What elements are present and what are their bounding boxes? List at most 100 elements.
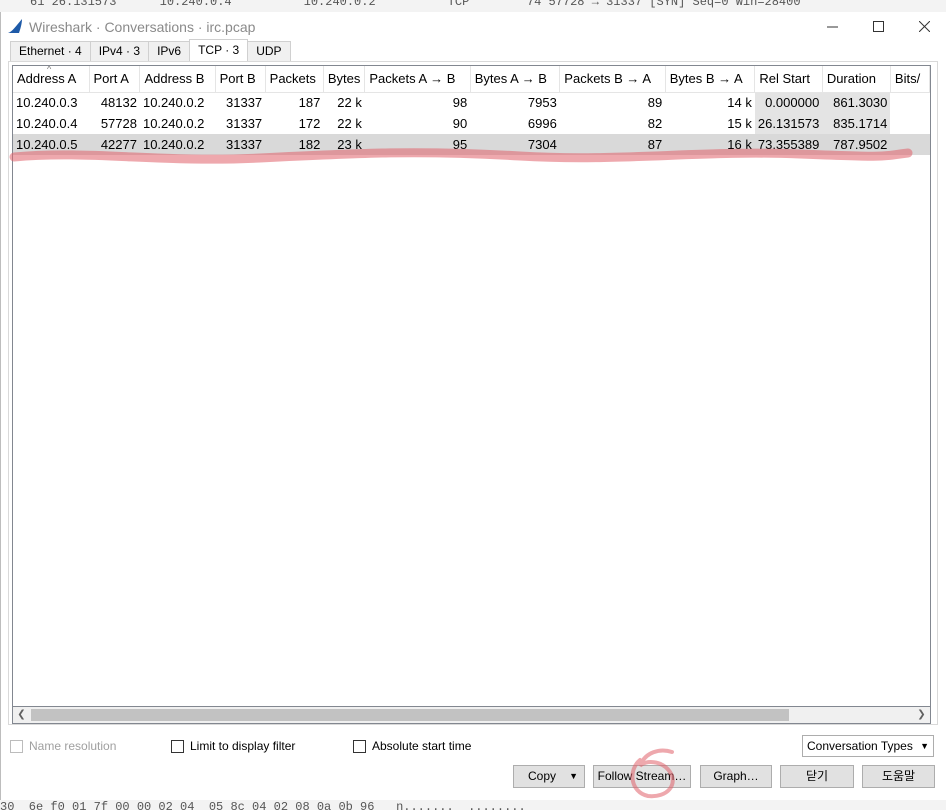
cell-packets: 182 [265,134,324,155]
cell-address-a: 10.240.0.4 [16,116,78,131]
background-hex-dump: 30 6e f0 01 7f 00 00 02 04 05 8c 04 02 0… [0,800,946,810]
limit-to-display-filter-label: Limit to display filter [190,739,296,753]
column-header-port-a[interactable]: Port A [89,66,141,93]
column-header-bytes[interactable]: Bytes [323,66,366,93]
column-header-packets[interactable]: Packets [265,66,324,93]
cell-bytes-a-b: 7953 [527,95,557,111]
cell-bits [890,92,929,113]
cell-duration: 835.1714 [822,113,891,134]
cell-bytes-a-b: 7304 [470,134,560,155]
cell-bytes: 23 k [323,134,365,155]
cell-packets-b-a: 89 [647,95,663,111]
scrollbar-thumb[interactable] [31,709,789,721]
cell-packets-b-a: 82 [647,116,663,131]
table-row[interactable]: 10.240.0.4 57728 10.240.0.2 31337 172 22… [13,113,930,134]
column-header-address-a[interactable]: ^ Address A [13,66,90,93]
cell-packets-a-b: 95 [364,134,471,155]
cell-packets: 172 [298,116,321,131]
cell-rel-start: 73.355389 [754,134,823,155]
cell-port-b: 31337 [226,116,263,131]
tab-udp[interactable]: UDP [247,41,291,61]
column-header-bits[interactable]: Bits/ [890,66,930,93]
table-row-selected[interactable]: 10.240.0.5 42277 10.240.0.2 31337 182 23… [13,134,930,155]
column-header-port-b[interactable]: Port B [215,66,266,93]
wireshark-fin-icon [7,18,23,34]
cell-address-a: 10.240.0.3 [16,95,78,111]
scroll-left-icon[interactable]: ❮ [13,707,30,723]
window-title: Wireshark · Conversations · irc.pcap [29,19,256,35]
checkbox-box [171,739,184,753]
minimize-icon [826,19,838,35]
cell-address-b: 10.240.0.2 [139,134,216,155]
absolute-start-time-checkbox[interactable]: Absolute start time [353,739,471,753]
follow-stream-button[interactable]: Follow Stream… [593,765,691,788]
cell-port-b: 31337 [215,134,266,155]
cell-address-b: 10.240.0.2 [142,116,205,131]
cell-bytes-b-a: 16 k [665,134,755,155]
cell-packets: 187 [298,95,321,111]
background-packet-line: 61 26.131573 10.240.0.4 10.240.0.2 TCP 7… [30,0,801,9]
cell-packets-a-b: 90 [452,116,468,131]
chevron-down-icon: ▼ [569,771,578,781]
horizontal-scrollbar[interactable]: ❮ ❯ [12,707,931,724]
cell-packets-a-b: 98 [452,95,468,111]
table-row[interactable]: 10.240.0.3 48132 10.240.0.2 31337 187 22… [13,92,930,113]
close-button[interactable]: 닫기 [780,765,854,788]
chevron-down-icon: ▼ [920,741,929,751]
background-hex-line: 30 6e f0 01 7f 00 00 02 04 05 8c 04 02 0… [0,800,526,810]
cell-bytes-b-a: 14 k [727,95,752,111]
minimize-button[interactable] [809,12,855,42]
conversation-table[interactable]: ^ Address A Port A Address B Port B Packe… [12,65,931,707]
close-icon [918,19,930,35]
graph-button[interactable]: Graph… [700,765,772,788]
cell-address-b: 10.240.0.2 [142,95,205,111]
column-header-address-b[interactable]: Address B [139,66,216,93]
cell-duration: 787.9502 [822,134,891,155]
tab-ipv6[interactable]: IPv6 [148,41,191,61]
cell-bits [890,113,929,134]
cell-port-a: 42277 [89,134,140,155]
sort-ascending-icon: ^ [47,66,52,74]
tab-tcp[interactable]: TCP · 3 [189,39,249,61]
name-resolution-label: Name resolution [29,739,117,753]
column-header-bytes-b-a[interactable]: Bytes B → A [665,66,756,93]
conversation-types-dropdown[interactable]: Conversation Types ▼ [802,735,934,757]
cell-bytes-b-a: 15 k [727,116,752,131]
cell-rel-start: 26.131573 [754,113,823,134]
conversation-tabs: Ethernet · 4 IPv4 · 3 IPv6 TCP · 3 UDP [10,39,291,62]
cell-bits [890,134,930,155]
tab-ipv4[interactable]: IPv4 · 3 [89,41,150,61]
column-header-packets-b-a[interactable]: Packets B → A [559,66,666,93]
cell-port-a: 48132 [100,95,137,111]
cell-bytes-a-b: 6996 [527,116,557,131]
column-header-packets-a-b[interactable]: Packets A → B [364,66,471,93]
name-resolution-checkbox[interactable]: Name resolution [10,739,116,753]
tab-ethernet[interactable]: Ethernet · 4 [10,41,91,61]
column-header-bytes-a-b[interactable]: Bytes A → B [470,66,561,93]
close-window-button[interactable] [901,12,946,42]
maximize-icon [872,19,884,35]
absolute-start-time-label: Absolute start time [372,739,472,753]
column-header-duration[interactable]: Duration [822,66,891,93]
conversation-types-label: Conversation Types [807,739,913,753]
checkbox-box [353,739,366,753]
copy-label: Copy [528,769,557,783]
column-header-rel-start[interactable]: Rel Start [754,66,823,93]
cell-address-a: 10.240.0.5 [13,134,89,155]
cell-port-b: 31337 [226,95,263,111]
cell-duration: 861.3030 [822,92,891,113]
scroll-right-icon[interactable]: ❯ [913,707,930,723]
copy-button[interactable]: Copy ▼ [513,765,585,788]
background-packet-list: 61 26.131573 10.240.0.4 10.240.0.2 TCP 7… [0,0,946,12]
maximize-button[interactable] [855,12,901,42]
cell-packets-b-a: 87 [559,134,666,155]
checkbox-box [10,739,23,753]
cell-port-a: 57728 [100,116,137,131]
cell-bytes: 22 k [337,95,362,111]
cell-bytes: 22 k [337,116,362,131]
title-bar[interactable]: Wireshark · Conversations · irc.pcap [1,12,946,42]
limit-to-display-filter-checkbox[interactable]: Limit to display filter [171,739,295,753]
table-header-row: ^ Address A Port A Address B Port B Packe… [13,66,930,93]
cell-rel-start: 0.000000 [754,92,823,113]
help-button[interactable]: 도움말 [862,765,935,788]
